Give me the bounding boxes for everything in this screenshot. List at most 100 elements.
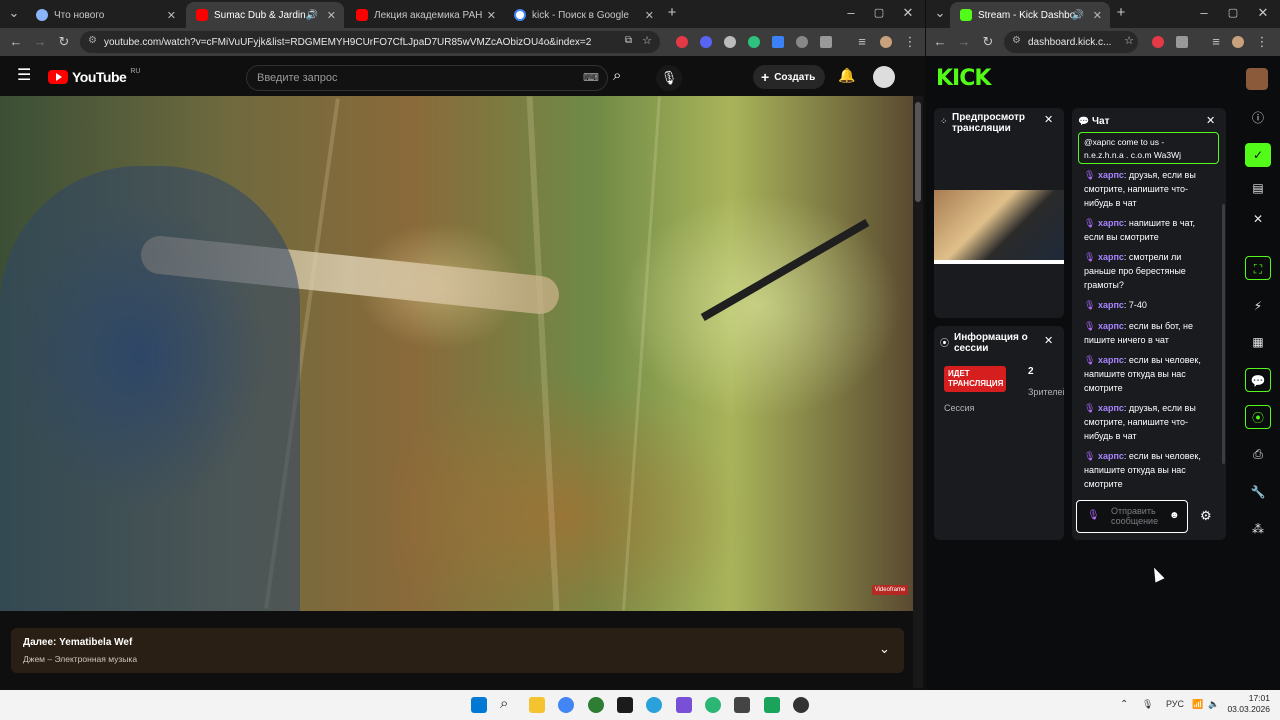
install-icon[interactable]: ⧉ xyxy=(625,35,632,46)
back-button[interactable]: ← xyxy=(8,35,24,49)
close-icon[interactable]: ✕ xyxy=(167,9,176,22)
extensions-puzzle-icon[interactable] xyxy=(1176,36,1188,48)
layout-icon[interactable]: ▤ xyxy=(1245,176,1271,200)
browser-icon[interactable] xyxy=(588,697,604,713)
site-info-icon[interactable]: ⚙ xyxy=(88,35,97,46)
close-icon[interactable]: ✕ xyxy=(645,9,654,22)
tab-search-icon[interactable]: ⌄ xyxy=(932,6,948,20)
menu-icon[interactable]: ⋮ xyxy=(1254,35,1270,49)
forward-button[interactable]: → xyxy=(956,35,972,49)
clock[interactable]: 17:01 03.03.2026 xyxy=(1226,693,1270,715)
minimize-button[interactable]: – xyxy=(843,6,859,20)
microphone-icon[interactable]: 🎙 xyxy=(1087,510,1100,521)
user-avatar[interactable] xyxy=(1246,68,1268,90)
site-info-icon[interactable]: ⚙ xyxy=(1012,35,1021,46)
close-icon[interactable]: ✕ xyxy=(1245,207,1271,231)
tab-list-icon[interactable]: ≡ xyxy=(1208,35,1224,49)
youtube-logo[interactable]: YouTube RU xyxy=(48,68,140,85)
extension-icon[interactable] xyxy=(700,36,712,48)
kick-logo[interactable]: KICK xyxy=(936,66,991,91)
bell-icon[interactable]: 🔔 xyxy=(838,67,855,84)
create-button[interactable]: + Создать xyxy=(753,65,825,89)
lightning-icon[interactable]: ⚡ xyxy=(1245,294,1271,318)
tab-lecture[interactable]: Лекция академика РАН А. А. Зал ✕ xyxy=(346,2,504,28)
tab-sumac-dub[interactable]: Sumac Dub & Jardin Secret 🔊 ✕ xyxy=(186,2,344,28)
printer-icon[interactable]: ⎙ xyxy=(1245,442,1271,466)
close-icon[interactable]: ✕ xyxy=(487,9,496,22)
video-player[interactable]: Videoframe xyxy=(0,96,913,611)
extension-icon[interactable] xyxy=(796,36,808,48)
tab-whats-new[interactable]: Что нового ✕ xyxy=(26,2,184,28)
start-menu-icon[interactable] xyxy=(471,697,487,713)
address-bar[interactable]: ⚙ dashboard.kick.c... ☆ xyxy=(1004,31,1138,53)
hamburger-menu-icon[interactable]: ☰ xyxy=(17,68,31,84)
close-icon[interactable]: ✕ xyxy=(1093,9,1102,22)
scrollbar-thumb[interactable] xyxy=(915,102,921,202)
tab-list-icon[interactable]: ≡ xyxy=(854,35,870,49)
forward-button[interactable]: → xyxy=(32,35,48,49)
obs-icon[interactable] xyxy=(793,697,809,713)
emoji-icon[interactable]: ☻ xyxy=(1169,510,1180,521)
maximize-button[interactable]: ▢ xyxy=(1225,6,1241,20)
app-icon[interactable] xyxy=(705,697,721,713)
extension-icon[interactable] xyxy=(676,36,688,48)
close-icon[interactable]: ✕ xyxy=(1044,113,1053,126)
page-scrollbar[interactable] xyxy=(913,96,923,688)
close-window-button[interactable]: ✕ xyxy=(1255,6,1271,20)
profile-avatar[interactable] xyxy=(880,36,892,48)
stream-preview-thumbnail[interactable] xyxy=(934,190,1064,264)
chevron-up-icon[interactable]: ⌃ xyxy=(1120,699,1128,710)
extension-icon[interactable] xyxy=(1152,36,1164,48)
language-indicator[interactable]: РУС xyxy=(1166,699,1184,709)
broadcast-icon[interactable]: ⦿ xyxy=(1245,405,1271,429)
document-icon[interactable]: ▦ xyxy=(1245,330,1271,354)
screen-capture-icon[interactable]: ⛶ xyxy=(1245,256,1271,280)
chat-scrollbar[interactable] xyxy=(1222,204,1225,464)
search-input[interactable]: Введите запрос ⌨ xyxy=(246,65,608,91)
speaker-icon[interactable]: 🔊 xyxy=(1072,10,1084,21)
apps-icon[interactable]: ⁂ xyxy=(1245,517,1271,541)
bookmark-star-icon[interactable]: ☆ xyxy=(1124,34,1134,47)
profile-avatar[interactable] xyxy=(1232,36,1244,48)
app-icon[interactable] xyxy=(617,697,633,713)
tab-google-search[interactable]: kick - Поиск в Google ✕ xyxy=(504,2,662,28)
new-tab-button[interactable]: + xyxy=(664,5,680,20)
new-tab-button[interactable]: + xyxy=(1113,5,1129,20)
extensions-puzzle-icon[interactable] xyxy=(820,36,832,48)
back-button[interactable]: ← xyxy=(932,35,948,49)
tab-kick-dashboard[interactable]: Stream - Kick Dashboard 🔊 ✕ xyxy=(950,2,1110,28)
close-icon[interactable]: ✕ xyxy=(1044,334,1053,347)
chrome-icon[interactable] xyxy=(558,697,574,713)
extension-icon[interactable] xyxy=(772,36,784,48)
search-icon[interactable]: ⌕ xyxy=(500,695,508,712)
reload-button[interactable]: ↻ xyxy=(980,35,996,49)
minimize-button[interactable]: – xyxy=(1196,6,1212,20)
app-icon[interactable] xyxy=(734,697,750,713)
tab-search-icon[interactable]: ⌄ xyxy=(6,6,22,20)
close-icon[interactable]: ✕ xyxy=(327,9,336,22)
chat-settings-gear-icon[interactable]: ⚙ xyxy=(1200,508,1212,524)
reload-button[interactable]: ↻ xyxy=(56,35,72,49)
up-next-panel[interactable]: Далее: Yematibela Wef Джем – Электронная… xyxy=(11,628,904,673)
checkmark-icon[interactable]: ✓ xyxy=(1245,143,1271,167)
app-icon[interactable] xyxy=(676,697,692,713)
search-icon[interactable]: ⌕ xyxy=(613,67,621,85)
extension-icon[interactable] xyxy=(724,36,736,48)
bookmark-star-icon[interactable]: ☆ xyxy=(642,34,652,47)
telegram-icon[interactable] xyxy=(646,697,662,713)
wifi-icon[interactable]: 📶 xyxy=(1192,699,1203,710)
address-bar[interactable]: ⚙ youtube.com/watch?v=cFMiVuUFyjk&list=R… xyxy=(80,31,660,53)
app-icon[interactable] xyxy=(764,697,780,713)
maximize-button[interactable]: ▢ xyxy=(871,6,887,20)
chat-message-input[interactable]: 🎙 Отправить сообщение ☻ xyxy=(1076,500,1188,533)
volume-icon[interactable]: 🔈 xyxy=(1208,699,1219,710)
info-icon[interactable]: ⓘ xyxy=(1245,106,1271,130)
drag-handle-icon[interactable]: ⁘ xyxy=(940,116,948,127)
chevron-down-icon[interactable]: ⌄ xyxy=(879,641,890,657)
account-avatar[interactable] xyxy=(873,66,895,88)
close-icon[interactable]: ✕ xyxy=(1206,114,1215,127)
wrench-icon[interactable]: 🔧 xyxy=(1245,480,1271,504)
keyboard-icon[interactable]: ⌨ xyxy=(583,66,599,90)
speaker-icon[interactable]: 🔊 xyxy=(306,10,318,21)
microphone-icon[interactable]: 🎙 xyxy=(1142,699,1153,710)
